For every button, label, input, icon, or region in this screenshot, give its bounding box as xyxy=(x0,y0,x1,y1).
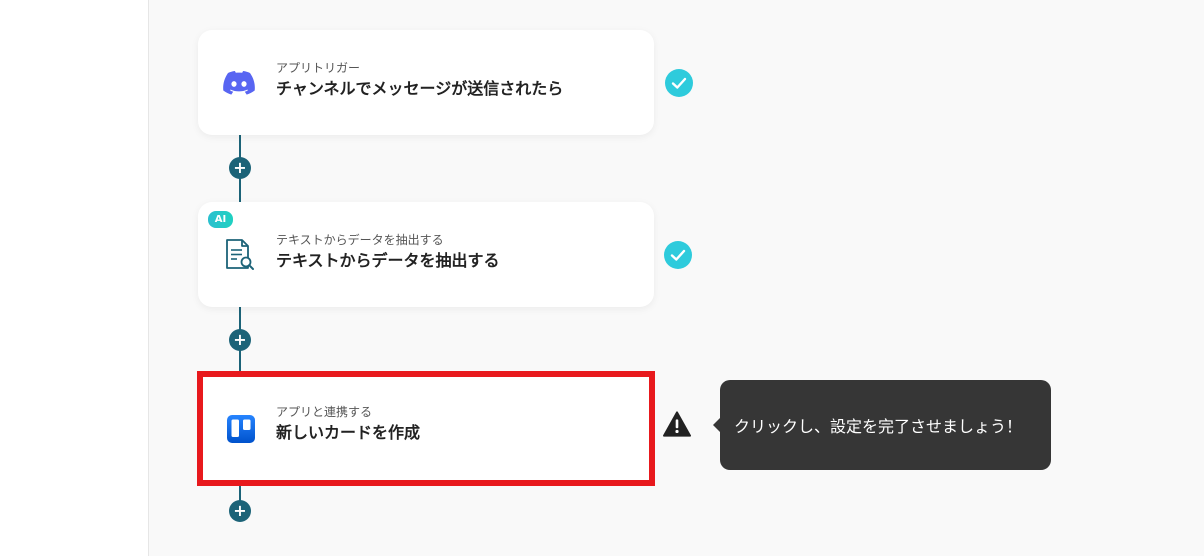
trigger-step-card[interactable]: アプリトリガー チャンネルでメッセージが送信されたら xyxy=(198,30,654,135)
document-search-icon xyxy=(222,238,256,272)
add-step-button[interactable]: + xyxy=(229,329,251,351)
add-step-button[interactable]: + xyxy=(229,500,251,522)
step-title: テキストからデータを抽出する xyxy=(276,251,500,270)
warning-icon xyxy=(663,410,691,438)
step-subtitle: アプリトリガー xyxy=(276,61,361,75)
discord-icon xyxy=(222,66,256,100)
tooltip-text: クリックし、設定を完了させましょう！ xyxy=(734,417,1023,436)
step-title: 新しいカードを作成 xyxy=(276,423,421,442)
check-icon xyxy=(664,241,692,269)
left-panel xyxy=(0,0,149,556)
add-step-button[interactable]: + xyxy=(229,157,251,179)
step-title: チャンネルでメッセージが送信されたら xyxy=(276,79,564,98)
ai-step-card[interactable]: AI テキストからデータを抽出する テキストからデータを抽出する xyxy=(198,202,654,307)
setup-tooltip: クリックし、設定を完了させましょう！ xyxy=(713,380,1051,470)
ai-badge: AI xyxy=(208,211,233,228)
trello-icon xyxy=(224,412,258,446)
step-subtitle: テキストからデータを抽出する xyxy=(276,233,444,247)
step-subtitle: アプリと連携する xyxy=(276,405,373,419)
check-icon xyxy=(665,69,693,97)
action-step-card[interactable]: アプリと連携する 新しいカードを作成 xyxy=(197,371,655,486)
